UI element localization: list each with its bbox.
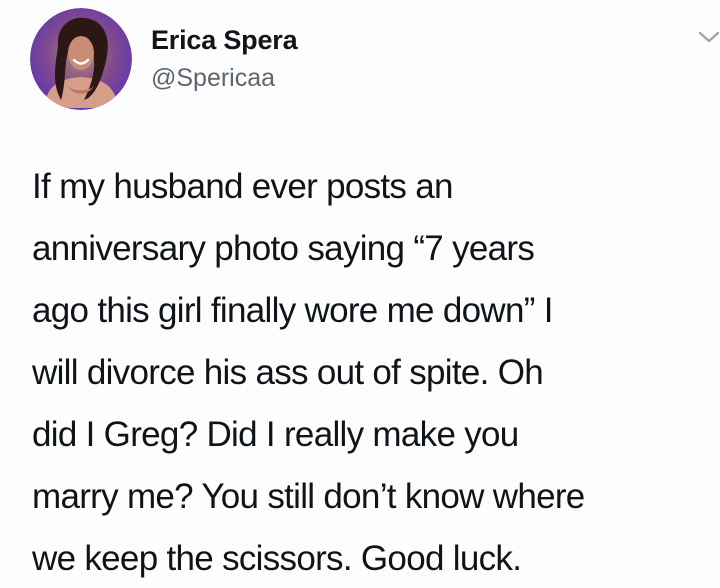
profile-photo-icon xyxy=(30,8,132,110)
avatar[interactable] xyxy=(30,8,132,110)
tweet-text-line: we keep the scissors. Good luck. xyxy=(32,539,522,578)
display-name[interactable]: Erica Spera xyxy=(151,25,298,56)
tweet-text-line: ago this girl finally wore me down” I xyxy=(32,291,553,330)
tweet-text: If my husband ever posts an anniversary … xyxy=(32,156,720,588)
tweet-text-line: anniversary photo saying “7 years xyxy=(32,229,535,268)
chevron-down-icon xyxy=(698,31,720,43)
tweet-menu-button[interactable] xyxy=(698,30,720,44)
tweet-text-line: If my husband ever posts an xyxy=(32,167,453,206)
tweet-text-line: marry me? You still don’t know where xyxy=(32,477,585,516)
username-handle[interactable]: @Spericaa xyxy=(151,64,275,93)
tweet-card: Erica Spera @Spericaa If my husband ever… xyxy=(0,0,720,588)
tweet-text-line: will divorce his ass out of spite. Oh xyxy=(32,353,544,392)
tweet-text-line: did I Greg? Did I really make you xyxy=(32,415,519,454)
